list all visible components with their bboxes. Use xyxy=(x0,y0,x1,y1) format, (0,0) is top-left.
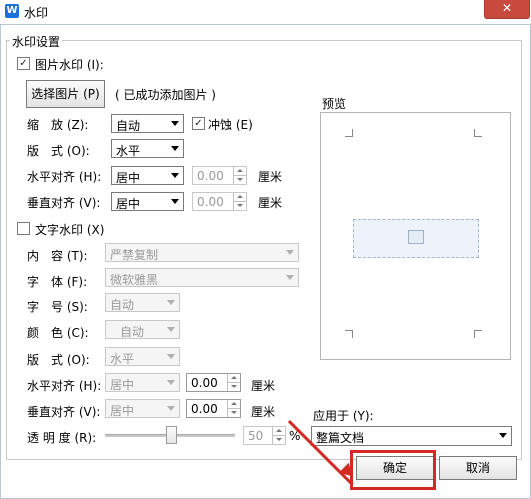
scale-select[interactable]: 自动 xyxy=(111,114,184,133)
picture-halign-value: 居中 xyxy=(116,171,141,185)
picture-layout-select[interactable]: 水平 xyxy=(111,139,184,158)
scale-label: 缩 放 (Z): xyxy=(27,118,89,132)
margin-corner-icon xyxy=(474,330,482,338)
text-valign-offset[interactable]: 0.00 xyxy=(186,399,241,418)
transparency-slider-handle[interactable] xyxy=(166,426,177,444)
spin-up-icon[interactable] xyxy=(227,374,240,383)
text-valign-value: 居中 xyxy=(110,404,135,418)
apply-to-value: 整篇文档 xyxy=(316,431,365,445)
text-halign-label: 水平对齐 (H): xyxy=(27,379,102,393)
picture-halign-select[interactable]: 居中 xyxy=(111,166,184,185)
spin-down-icon[interactable] xyxy=(272,436,285,444)
margin-corner-icon xyxy=(345,129,353,137)
color-value: 自动 xyxy=(120,325,145,339)
cancel-button[interactable]: 取消 xyxy=(439,456,517,480)
picture-watermark-checkbox[interactable]: ✓ xyxy=(17,57,30,70)
transparency-value: 50 xyxy=(248,429,264,443)
content-select[interactable]: 严禁复制 xyxy=(105,243,299,262)
picture-valign-offset[interactable]: 0.00 xyxy=(192,192,247,211)
wps-app-icon: W xyxy=(5,4,19,18)
spin-up-icon[interactable] xyxy=(233,193,246,202)
title-bar xyxy=(0,0,531,24)
text-halign-unit: 厘米 xyxy=(251,379,276,393)
chevron-down-icon xyxy=(171,146,179,151)
chevron-down-icon xyxy=(499,433,507,438)
chevron-down-icon xyxy=(286,250,294,255)
chevron-down-icon xyxy=(171,199,179,204)
text-valign-unit: 厘米 xyxy=(251,405,276,419)
size-value: 自动 xyxy=(110,298,135,312)
scale-value: 自动 xyxy=(116,119,141,133)
text-halign-offset[interactable]: 0.00 xyxy=(186,373,241,392)
font-label: 字 体 (F): xyxy=(27,275,88,289)
spin-up-icon[interactable] xyxy=(272,427,285,436)
picture-halign-unit: 厘米 xyxy=(258,170,283,184)
picture-halign-label: 水平对齐 (H): xyxy=(27,170,102,184)
picture-valign-offset-value: 0.00 xyxy=(197,195,224,209)
transparency-input[interactable]: 50 xyxy=(243,426,286,445)
size-select[interactable]: 自动 xyxy=(105,293,180,312)
text-valign-label: 垂直对齐 (V): xyxy=(27,405,101,419)
size-label: 字 号 (S): xyxy=(27,300,88,314)
preview-label: 预览 xyxy=(322,97,347,111)
picture-valign-select[interactable]: 居中 xyxy=(111,192,184,211)
picture-valign-label: 垂直对齐 (V): xyxy=(27,196,101,210)
select-picture-button[interactable]: 选择图片 (P) xyxy=(26,80,105,108)
text-valign-select[interactable]: 居中 xyxy=(105,399,180,418)
chevron-down-icon xyxy=(171,173,179,178)
color-select[interactable]: 自动 xyxy=(105,320,180,339)
text-watermark-label: 文字水印 (X) xyxy=(35,223,105,237)
content-value: 严禁复制 xyxy=(110,248,159,262)
chevron-down-icon xyxy=(167,300,175,305)
text-layout-value: 水平 xyxy=(110,352,135,366)
spin-up-icon[interactable] xyxy=(227,400,240,409)
apply-to-label: 应用于 (Y): xyxy=(313,409,374,423)
text-valign-offset-value: 0.00 xyxy=(191,402,218,416)
text-halign-value: 居中 xyxy=(110,378,135,392)
chevron-down-icon xyxy=(167,380,175,385)
chevron-down-icon xyxy=(171,121,179,126)
spin-down-icon[interactable] xyxy=(233,202,246,210)
picture-halign-offset-value: 0.00 xyxy=(197,169,224,183)
picture-status: ( 已成功添加图片 ) xyxy=(115,88,216,102)
picture-layout-value: 水平 xyxy=(116,144,141,158)
content-label: 内 容 (T): xyxy=(27,249,88,263)
text-layout-label: 版 式 (O): xyxy=(27,353,90,367)
picture-watermark-label: 图片水印 (I): xyxy=(35,58,104,72)
picture-valign-unit: 厘米 xyxy=(258,196,283,210)
color-label: 颜 色 (C): xyxy=(27,326,89,340)
chevron-down-icon xyxy=(167,327,175,332)
spin-up-icon[interactable] xyxy=(233,167,246,176)
spin-down-icon[interactable] xyxy=(233,176,246,184)
group-title: 水印设置 xyxy=(10,33,63,50)
font-select[interactable]: 微软雅黑 xyxy=(105,268,299,287)
chevron-down-icon xyxy=(167,406,175,411)
window-title: 水印 xyxy=(24,6,49,20)
text-watermark-checkbox[interactable] xyxy=(17,222,30,235)
close-button[interactable]: ✕ xyxy=(484,0,530,19)
highlight-box xyxy=(350,450,436,490)
margin-corner-icon xyxy=(345,330,353,338)
chevron-down-icon xyxy=(167,354,175,359)
text-layout-select[interactable]: 水平 xyxy=(105,347,180,366)
picture-valign-value: 居中 xyxy=(116,197,141,211)
text-halign-select[interactable]: 居中 xyxy=(105,373,180,392)
picture-layout-label: 版 式 (O): xyxy=(27,144,90,158)
spin-down-icon[interactable] xyxy=(227,409,240,417)
apply-to-select[interactable]: 整篇文档 xyxy=(311,426,512,446)
image-placeholder-icon xyxy=(408,230,424,244)
spin-down-icon[interactable] xyxy=(227,383,240,391)
picture-halign-offset[interactable]: 0.00 xyxy=(192,166,247,185)
washout-checkbox[interactable]: ✓ xyxy=(192,117,205,130)
font-value: 微软雅黑 xyxy=(110,273,159,287)
chevron-down-icon xyxy=(286,275,294,280)
margin-corner-icon xyxy=(474,129,482,137)
transparency-label: 透 明 度 (R): xyxy=(27,431,97,445)
text-halign-offset-value: 0.00 xyxy=(191,376,218,390)
washout-label: 冲蚀 (E) xyxy=(208,118,253,132)
